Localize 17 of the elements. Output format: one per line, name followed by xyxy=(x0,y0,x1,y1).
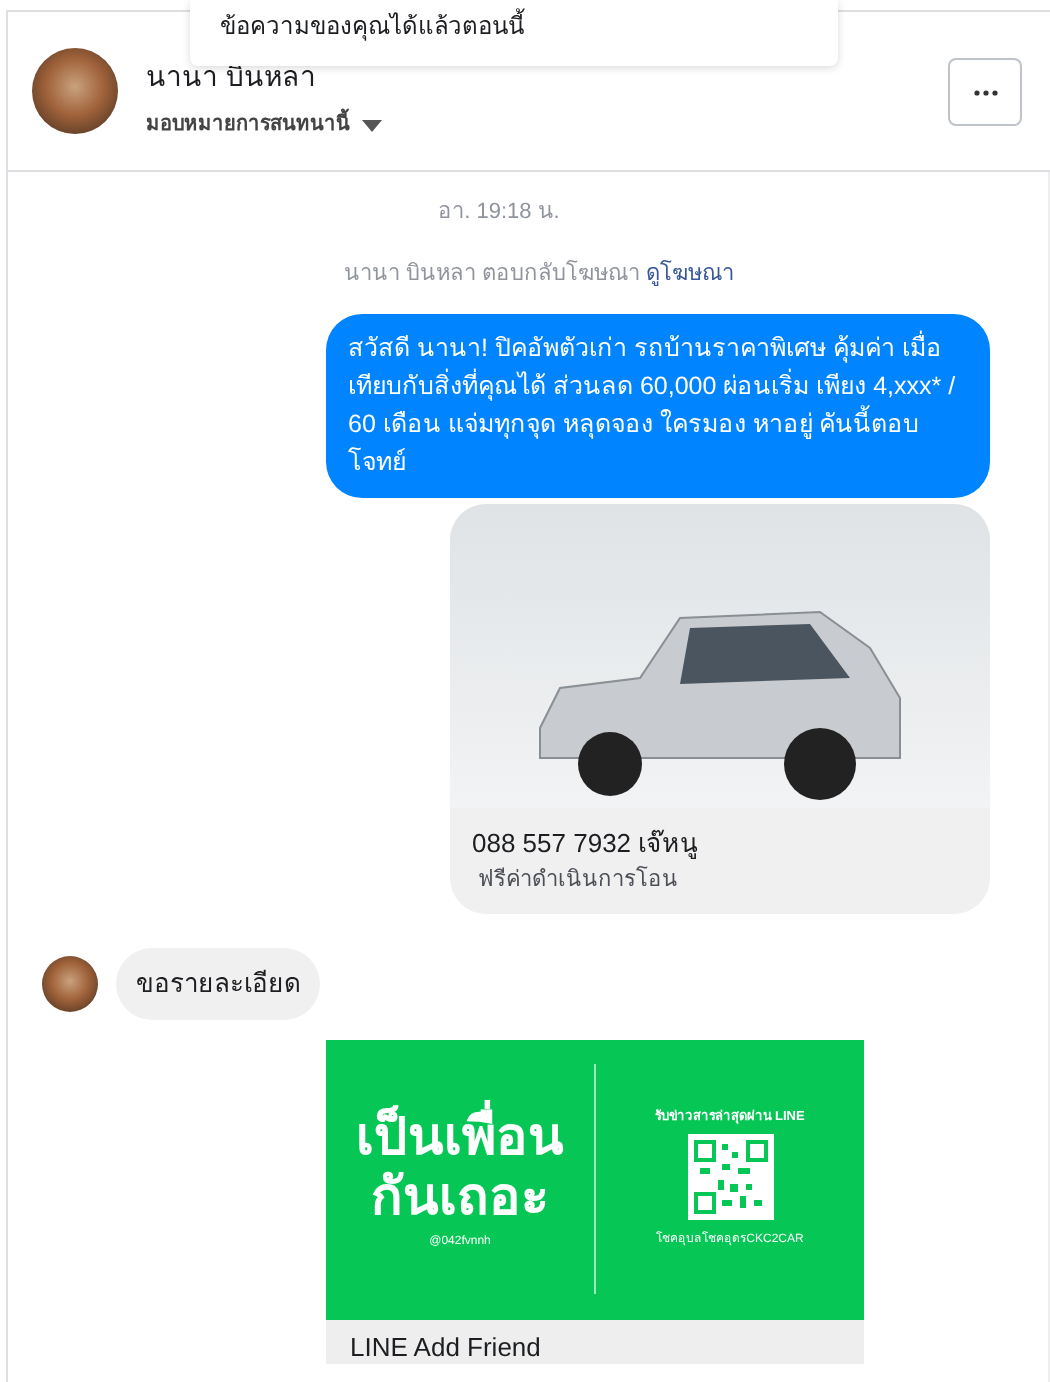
notification-toast: ข้อความของคุณได้แล้วตอนนี้ xyxy=(190,0,838,66)
card-title: LINE Add Friend xyxy=(348,1329,543,1363)
avatar xyxy=(42,955,98,1012)
message-bubble: ขอรายละเอียด xyxy=(116,948,320,1019)
message-bubble: สวัสดี นานา! ปิคอัพตัวเก่า รถบ้านราคาพิเศษ คุ้มค่า เมื่อเทียบกับสิ่งที่คุณได้ ส่วนลด 60,000 ผ่อนเริ่ม เพียง 4,xxx* / 60 เดือน แจ่มทุกจุด หลุดจอง ใครมอง หาอยู่ คันนี้ตอบโจทย์ xyxy=(326,314,990,498)
more-options-button[interactable] xyxy=(948,58,1022,126)
timestamp: อา. 19:18 น. xyxy=(436,198,562,228)
caret-icon xyxy=(362,119,382,131)
ad-card[interactable]: 088 557 7932 เจ๊หนู ฟรีค่าดำเนินการโอน xyxy=(450,504,990,914)
card-subtitle: ฟรีค่าดำเนินการโอน xyxy=(476,864,680,895)
avatar xyxy=(32,48,118,134)
card-title: 088 557 7932 เจ๊หนู xyxy=(472,826,701,863)
qr-code-icon xyxy=(687,1134,773,1221)
reply-note: นานา บินหลา ตอบกลับโฆษณา ดูโฆษณา xyxy=(341,258,737,290)
view-ad-link[interactable]: ดูโฆษณา xyxy=(646,261,735,285)
assign-conversation-dropdown[interactable]: มอบหมายการสนทนานี้ xyxy=(146,110,382,140)
more-icon xyxy=(973,89,997,95)
